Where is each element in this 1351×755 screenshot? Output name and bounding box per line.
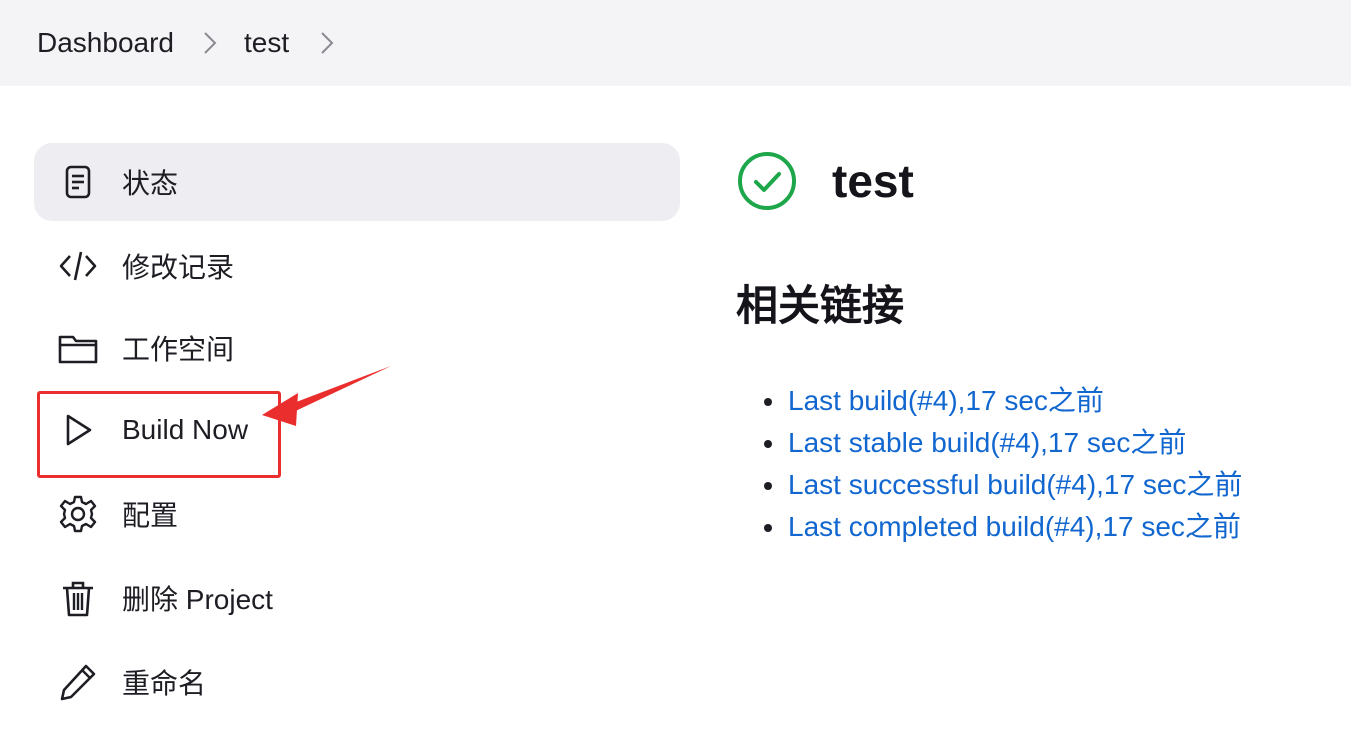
sidebar-item-delete-project[interactable]: 删除 Project xyxy=(34,559,680,637)
highlight-box xyxy=(37,391,281,478)
related-links-list: Last build(#4),17 sec之前 Last stable buil… xyxy=(763,380,1242,548)
chevron-right-icon xyxy=(200,30,220,56)
sidebar-item-label: 修改记录 xyxy=(122,252,235,283)
link-last-successful-build[interactable]: Last successful build(#4),17 sec之前 xyxy=(788,469,1242,500)
breadcrumb-dashboard[interactable]: Dashboard xyxy=(37,27,174,59)
page-title-row: test xyxy=(736,150,914,212)
sidebar-item-configure[interactable]: 配置 xyxy=(34,475,680,553)
gear-icon xyxy=(58,494,98,534)
link-last-build[interactable]: Last build(#4),17 sec之前 xyxy=(788,385,1104,416)
related-links-heading: 相关链接 xyxy=(736,282,905,329)
page-title: test xyxy=(832,155,914,207)
code-icon xyxy=(58,246,98,286)
sidebar-item-workspace[interactable]: 工作空间 xyxy=(34,309,680,387)
list-item: Last successful build(#4),17 sec之前 xyxy=(763,464,1242,506)
list-item: Last stable build(#4),17 sec之前 xyxy=(763,422,1242,464)
sidebar-item-label: 状态 xyxy=(122,168,179,199)
pencil-icon xyxy=(58,662,98,702)
sidebar-item-label: 工作空间 xyxy=(122,334,235,365)
sidebar-item-label: 配置 xyxy=(122,500,179,531)
sidebar-item-rename[interactable]: 重命名 xyxy=(34,643,680,721)
link-last-stable-build[interactable]: Last stable build(#4),17 sec之前 xyxy=(788,427,1186,458)
trash-icon xyxy=(58,578,98,618)
list-item: Last build(#4),17 sec之前 xyxy=(763,380,1242,422)
sidebar-item-changes[interactable]: 修改记录 xyxy=(34,227,680,305)
success-check-icon xyxy=(736,150,798,212)
list-item: Last completed build(#4),17 sec之前 xyxy=(763,506,1242,548)
breadcrumb: Dashboard test xyxy=(0,0,1351,86)
sidebar-item-status[interactable]: 状态 xyxy=(34,143,680,221)
breadcrumb-test[interactable]: test xyxy=(244,27,289,59)
link-last-completed-build[interactable]: Last completed build(#4),17 sec之前 xyxy=(788,511,1241,542)
folder-icon xyxy=(58,328,98,368)
sidebar-item-label: 删除 Project xyxy=(122,584,273,615)
chevron-right-icon[interactable] xyxy=(317,30,337,56)
sidebar-item-label: 重命名 xyxy=(122,668,207,699)
document-icon xyxy=(58,162,98,202)
